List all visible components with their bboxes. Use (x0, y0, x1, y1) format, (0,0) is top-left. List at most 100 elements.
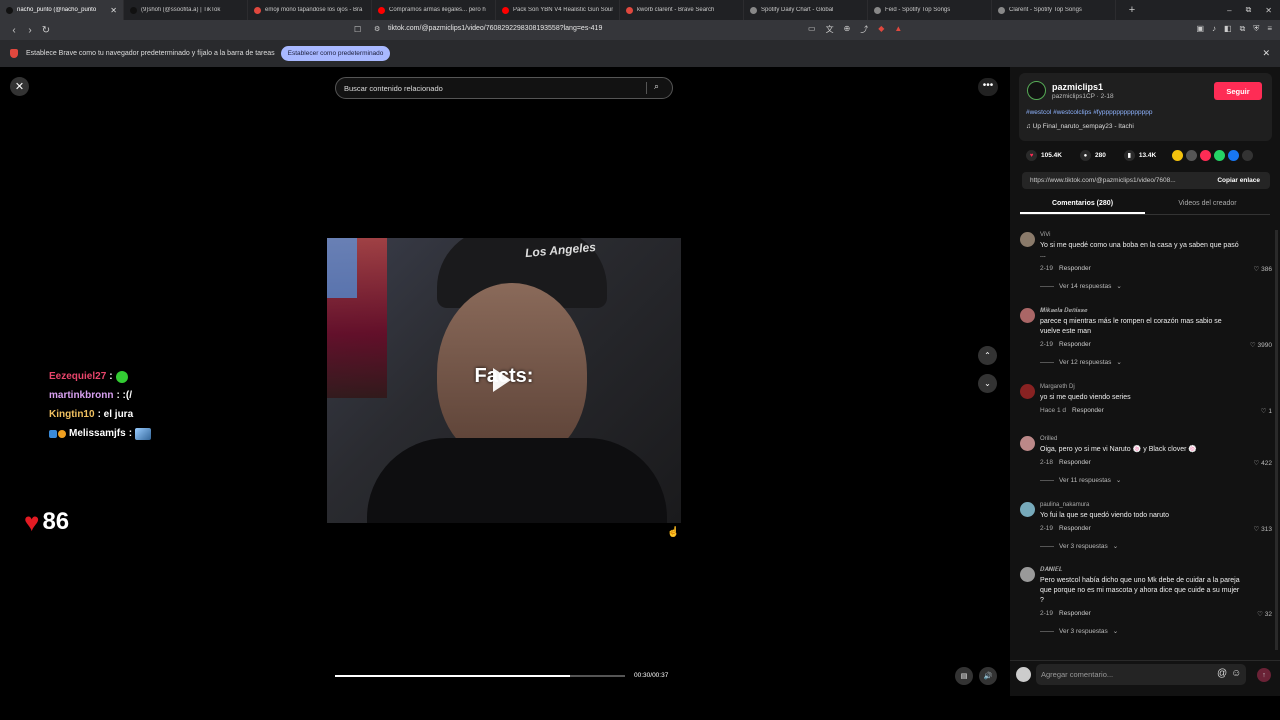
more-share-icon[interactable] (1242, 150, 1253, 161)
wallet-icon[interactable]: ▣ (1196, 24, 1204, 34)
close-window-button[interactable]: ✕ (1265, 6, 1272, 15)
maximize-button[interactable]: ⧉ (1246, 5, 1252, 15)
extensions-icon[interactable]: ⧉ (1240, 24, 1246, 34)
like-icon[interactable]: ♥ (1026, 150, 1037, 161)
comment-username[interactable]: Orilled (1040, 436, 1057, 442)
comment-like-count[interactable]: ♡ 1 (1261, 407, 1272, 415)
browser-tab[interactable]: Spotify Daily Chart - Global (744, 0, 868, 20)
share-icon[interactable]: ⤴ (860, 24, 868, 35)
translate-icon[interactable]: 文 (826, 24, 834, 35)
view-replies-button[interactable]: Ver 12 respuestas ⌄ (1040, 358, 1122, 367)
captions-icon[interactable]: ▤ (955, 667, 973, 685)
comment-avatar[interactable] (1020, 436, 1035, 451)
comment-avatar[interactable] (1020, 308, 1035, 323)
music-icon[interactable]: ♪ (1212, 24, 1216, 34)
browser-tab[interactable]: Clarent - Spotify Top Songs (992, 0, 1116, 20)
browser-tab[interactable]: (9)shofi (@ssoofita.a) | TikTok (124, 0, 248, 20)
search-icon[interactable]: ⌕ (654, 81, 659, 92)
coin-share-icon[interactable] (1172, 150, 1183, 161)
comment-username[interactable]: 𝑫𝑨𝑵𝑰𝑬𝑳 (1040, 567, 1063, 574)
copy-link-button[interactable]: Copiar enlace (1217, 177, 1260, 184)
zoom-icon[interactable]: ⊕ (844, 24, 851, 35)
comment-username[interactable]: 𝑴𝒊𝒌𝒂𝒆𝒍𝒂 𝑫𝒆𝒏𝒊𝒔𝒔𝒆 (1040, 308, 1087, 315)
browser-tab[interactable]: nacho_punto (@nacho_punto ✕ (0, 0, 124, 20)
view-replies-button[interactable]: Ver 11 respuestas ⌄ (1040, 476, 1121, 485)
comment-username[interactable]: Margareth Dj (1040, 384, 1075, 390)
related-search-input[interactable]: Buscar contenido relacionado (335, 77, 673, 99)
follow-button[interactable]: Seguir (1214, 82, 1262, 100)
browser-tab[interactable]: emoji mono tapandose los ojos - Bra (248, 0, 372, 20)
send-icon[interactable]: ↑ (1257, 668, 1271, 682)
share-red-icon[interactable] (1200, 150, 1211, 161)
more-options-icon[interactable]: ••• (978, 78, 998, 96)
comment-avatar[interactable] (1020, 232, 1035, 247)
comment-avatar[interactable] (1020, 567, 1035, 582)
browser-tab[interactable]: Feid - Spotify Top Songs (868, 0, 992, 20)
browser-tab[interactable]: Compramos armas ilegales... pero h (372, 0, 496, 20)
play-icon[interactable] (493, 368, 511, 392)
url-field[interactable]: tiktok.com/@pazmiclips1/video/7608292298… (388, 25, 602, 32)
video-link[interactable]: https://www.tiktok.com/@pazmiclips1/vide… (1030, 177, 1176, 184)
view-replies-button[interactable]: Ver 14 respuestas ⌄ (1040, 282, 1122, 291)
comment-avatar[interactable] (1020, 502, 1035, 517)
forward-icon[interactable]: › (22, 25, 38, 36)
comment-icon[interactable]: ● (1079, 150, 1091, 161)
hearts-counter: ♥ 86 (24, 508, 69, 536)
close-icon[interactable]: ✕ (10, 77, 29, 96)
tab-comments[interactable]: Comentarios (280) (1020, 195, 1145, 214)
previous-video-icon[interactable]: ⌃ (978, 346, 997, 365)
browser-tab[interactable]: kworb clarent - Brave Search (620, 0, 744, 20)
reply-button[interactable]: Responder (1059, 265, 1091, 272)
creator-avatar[interactable] (1027, 81, 1046, 100)
tab-close-icon[interactable]: ✕ (110, 6, 117, 15)
mention-icon[interactable]: @ (1217, 668, 1227, 679)
emoji-icon[interactable]: ☺ (1231, 668, 1241, 679)
save-icon[interactable]: ▮ (1123, 150, 1135, 161)
menu-icon[interactable]: ≡ (1267, 24, 1272, 34)
back-icon[interactable]: ‹ (6, 25, 22, 36)
hashtags[interactable]: #westcol #westcolclips #fypppppppppppppp (1026, 109, 1152, 116)
reply-button[interactable]: Responder (1059, 610, 1091, 617)
reply-button[interactable]: Responder (1059, 459, 1091, 466)
whatsapp-icon[interactable] (1214, 150, 1225, 161)
new-tab-button[interactable]: + (1122, 4, 1142, 16)
volume-icon[interactable]: 🔊 (979, 667, 997, 685)
comment-username[interactable]: ViVi (1040, 232, 1050, 238)
comment-count: 280 (1094, 152, 1106, 159)
music-link[interactable]: ♫ Up Final_naruto_sempay23 - Itachi (1026, 123, 1134, 130)
reply-button[interactable]: Responder (1059, 525, 1091, 532)
comment-avatar[interactable] (1020, 384, 1035, 399)
vpn-icon[interactable]: ⛨ (1253, 24, 1259, 34)
facebook-icon[interactable] (1228, 150, 1239, 161)
brave-shields-icon[interactable]: ◆ (878, 24, 884, 35)
cast-icon[interactable]: ▭ (808, 24, 816, 35)
view-replies-button[interactable]: Ver 3 respuestas ⌄ (1040, 627, 1118, 636)
browser-tab[interactable]: Pack Son YBN V4 Realistic Gun Sounc (496, 0, 620, 20)
comment-input[interactable]: Agregar comentario... (1036, 664, 1246, 685)
tab-creator-videos[interactable]: Videos del creador (1145, 195, 1270, 214)
reply-button[interactable]: Responder (1059, 341, 1091, 348)
progress-bar[interactable] (335, 675, 625, 677)
comment-like-count[interactable]: ♡ 386 (1254, 265, 1272, 273)
video-frame[interactable]: Los Angeles Facts: (327, 238, 681, 523)
next-video-icon[interactable]: ⌄ (978, 374, 997, 393)
comment-like-count[interactable]: ♡ 422 (1254, 459, 1272, 467)
brave-rewards-icon[interactable]: ▲ (894, 24, 902, 35)
comment-like-count[interactable]: ♡ 3990 (1250, 341, 1272, 349)
embed-icon[interactable] (1186, 150, 1197, 161)
comment-like-count[interactable]: ♡ 32 (1257, 610, 1272, 618)
scrollbar[interactable] (1275, 230, 1278, 650)
comment-meta: 2-19 Responder (1040, 525, 1091, 532)
minimize-button[interactable]: – (1227, 6, 1231, 15)
bookmark-icon[interactable]: ☐ (354, 25, 361, 34)
sidebar-icon[interactable]: ◧ (1224, 24, 1232, 34)
reload-icon[interactable]: ↻ (38, 25, 54, 36)
reply-button[interactable]: Responder (1072, 407, 1104, 414)
creator-name[interactable]: pazmiclips1 (1052, 82, 1103, 92)
comment-username[interactable]: paulina_nakamura (1040, 502, 1089, 508)
set-default-button[interactable]: Establecer como predeterminado (280, 46, 391, 61)
infobar-close-icon[interactable]: ✕ (1262, 48, 1270, 59)
view-replies-button[interactable]: Ver 3 respuestas ⌄ (1040, 542, 1118, 551)
site-info-icon[interactable]: ⚙ (374, 25, 380, 33)
comment-like-count[interactable]: ♡ 313 (1254, 525, 1272, 533)
